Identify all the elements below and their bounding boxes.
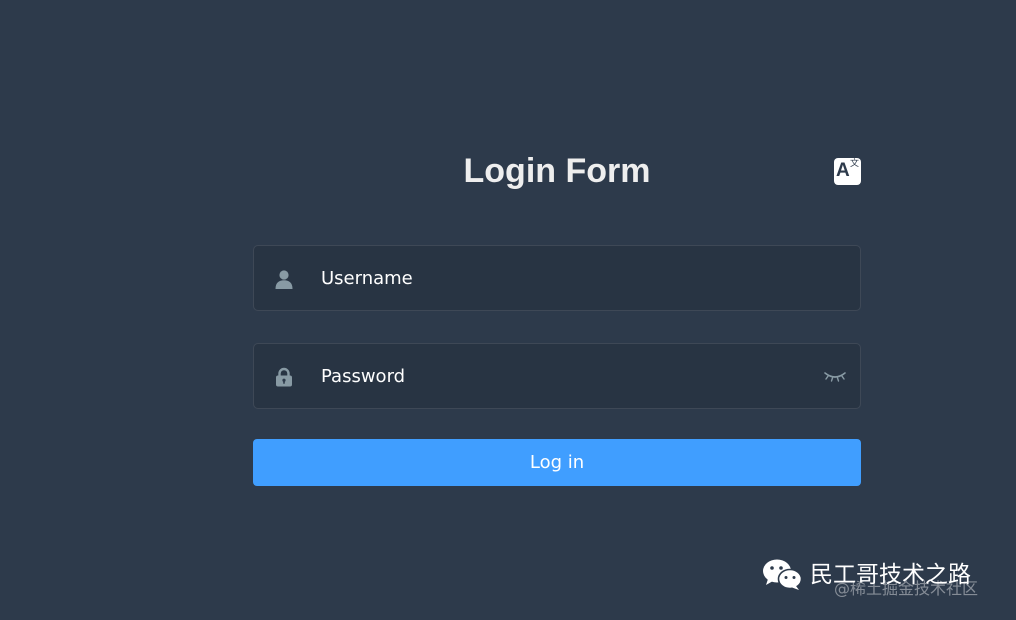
translate-icon-char: 文 bbox=[849, 159, 859, 169]
translate-icon-letter: A bbox=[836, 160, 850, 181]
user-icon bbox=[273, 268, 295, 290]
password-input[interactable] bbox=[309, 344, 810, 408]
page-title: Login Form bbox=[463, 152, 651, 190]
translate-icon[interactable]: A 文 bbox=[834, 158, 861, 185]
watermark: 民工哥技术之路 @稀土掘金技术社区 bbox=[762, 556, 1012, 606]
lock-icon bbox=[273, 366, 295, 388]
username-input[interactable] bbox=[309, 246, 810, 310]
eye-closed-icon[interactable] bbox=[822, 366, 848, 386]
login-button[interactable]: Log in bbox=[253, 439, 861, 486]
title-row: Login Form A 文 bbox=[253, 146, 861, 196]
login-form: Login Form A 文 Username Log in bbox=[253, 146, 861, 486]
watermark-subtitle: @稀土掘金技术社区 bbox=[834, 579, 979, 598]
wechat-icon bbox=[762, 558, 804, 592]
username-field bbox=[253, 245, 861, 311]
password-field bbox=[253, 343, 861, 409]
